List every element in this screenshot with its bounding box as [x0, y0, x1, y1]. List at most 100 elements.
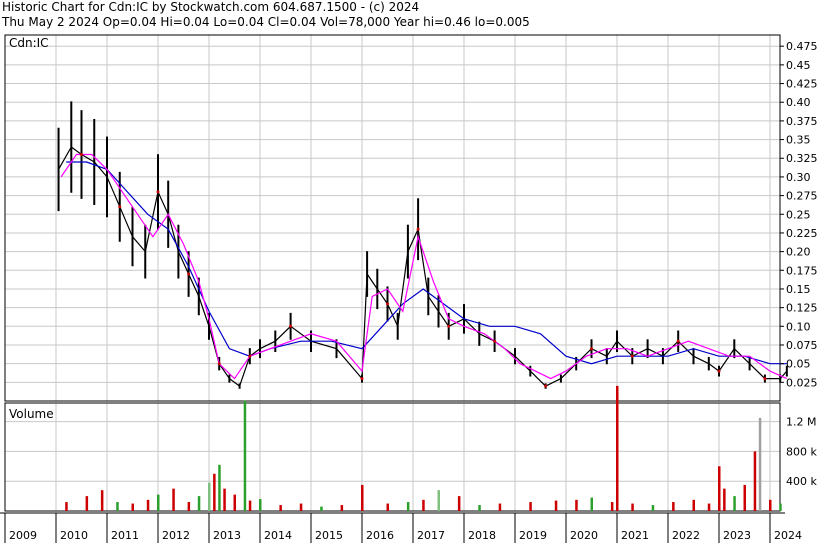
volume-bar	[279, 505, 282, 511]
volume-bar	[758, 417, 762, 511]
volume-bar	[692, 499, 695, 511]
volume-bar	[575, 499, 578, 511]
price-point-marker	[156, 190, 160, 194]
price-panel-frame	[4, 34, 781, 402]
price-point-marker	[217, 362, 221, 366]
volume-bar	[243, 400, 247, 511]
x-tick-label: 2021	[621, 529, 649, 542]
volume-bar	[498, 503, 502, 511]
price-y-tick-label: 0.175	[786, 264, 818, 277]
volume-bar	[386, 503, 389, 511]
x-tick-label: 2024	[774, 529, 802, 542]
volume-bar	[723, 488, 726, 511]
price-series	[57, 101, 788, 389]
price-point-marker	[248, 354, 252, 358]
price-y-tick-label: 0.25	[786, 208, 811, 221]
x-tick-label: 2023	[723, 529, 751, 542]
price-point-marker	[416, 227, 420, 231]
volume-bar	[233, 494, 236, 511]
volume-bar	[554, 500, 558, 511]
x-tick-label: 2012	[162, 529, 190, 542]
volume-bar	[187, 502, 191, 511]
price-y-tick-label: 0.125	[786, 302, 818, 315]
volume-bar	[131, 503, 134, 511]
price-point-marker	[676, 339, 680, 343]
volume-bar	[197, 496, 201, 511]
x-tick-label: 2013	[213, 529, 241, 542]
volume-bar	[100, 490, 104, 511]
price-point-marker	[289, 324, 293, 328]
price-point-marker	[630, 354, 634, 358]
chart-canvas: Cdn:IC 0.4750.450.4250.400.3750.350.3250…	[0, 34, 818, 543]
volume-bar	[707, 503, 711, 511]
volume-bar	[223, 488, 226, 511]
price-y-tick-label: 0.225	[786, 227, 818, 240]
price-y-tick-label: 0.475	[786, 40, 818, 53]
x-tick-label: 2015	[315, 529, 343, 542]
volume-bar	[65, 502, 68, 511]
volume-bars	[65, 385, 782, 511]
volume-bar	[631, 503, 634, 511]
price-point-marker	[544, 384, 548, 388]
x-tick-label: 2020	[570, 529, 598, 542]
volume-bar	[116, 502, 119, 511]
volume-bar	[672, 502, 675, 511]
volume-bar	[590, 497, 593, 511]
volume-bar	[213, 473, 216, 511]
volume-bar	[651, 505, 655, 511]
volume-panel-label: Volume	[9, 407, 54, 421]
volume-bar	[753, 451, 757, 511]
volume-bar	[422, 499, 425, 511]
price-y-tick-label: 0.15	[786, 283, 811, 296]
price-y-tick-label: 0.20	[786, 246, 811, 259]
volume-bar	[361, 484, 364, 511]
volume-bar	[218, 464, 221, 511]
price-point-marker	[80, 153, 83, 157]
x-tick-label: 2009	[9, 529, 37, 542]
price-y-tick-label: 0.35	[786, 134, 811, 147]
volume-bar	[743, 484, 746, 511]
x-tick-label: 2016	[366, 529, 394, 542]
volume-bar	[478, 505, 481, 511]
volume-bar	[259, 499, 262, 511]
price-grid	[5, 35, 780, 401]
x-tick-label: 2011	[111, 529, 139, 542]
price-y-ticks: 0.475 0.45 0.425 0.40 0.375 0.35 0.325 0.30 0.27…	[780, 40, 818, 389]
x-tick-label: 2014	[264, 529, 292, 542]
volume-bar	[457, 496, 461, 511]
price-point-marker	[386, 302, 389, 306]
price-y-tick-label: 0.275	[786, 190, 818, 203]
volume-bar	[769, 499, 772, 511]
x-tick-label: 2022	[672, 529, 700, 542]
volume-bar	[248, 500, 252, 511]
volume-bar	[616, 385, 619, 511]
volume-bar	[85, 496, 89, 511]
price-point-marker	[360, 377, 364, 381]
price-y-tick-label: 0.375	[786, 115, 818, 128]
price-y-tick-label: 0.30	[786, 171, 811, 184]
price-point-marker	[447, 324, 451, 328]
price-y-tick-label: 0.10	[786, 320, 811, 333]
price-y-tick-label: 0.025	[786, 376, 818, 389]
price-point-marker	[118, 205, 122, 209]
volume-bar	[340, 505, 344, 511]
price-point-marker	[590, 347, 593, 351]
volume-bar	[157, 494, 160, 511]
x-tick-label: 2019	[519, 529, 547, 542]
price-y-tick-label: 0.325	[786, 152, 818, 165]
volume-bar	[779, 503, 782, 511]
x-axis: 2009 2010 2011 2012 2013 2014 2015 2016 2017 2018…	[0, 512, 802, 543]
volume-y-tick-label: 400 k	[786, 475, 817, 488]
volume-bar	[406, 502, 410, 511]
volume-bar	[733, 496, 736, 511]
volume-bar	[208, 482, 211, 511]
price-point-marker	[187, 272, 191, 276]
volume-bar	[610, 502, 614, 511]
volume-bar	[529, 502, 532, 511]
volume-bar	[320, 506, 323, 511]
volume-grid	[5, 403, 780, 511]
volume-bar	[437, 490, 440, 511]
price-point-marker	[493, 339, 497, 343]
volume-y-tick-label: 800 k	[786, 445, 817, 458]
volume-bar	[299, 503, 303, 511]
